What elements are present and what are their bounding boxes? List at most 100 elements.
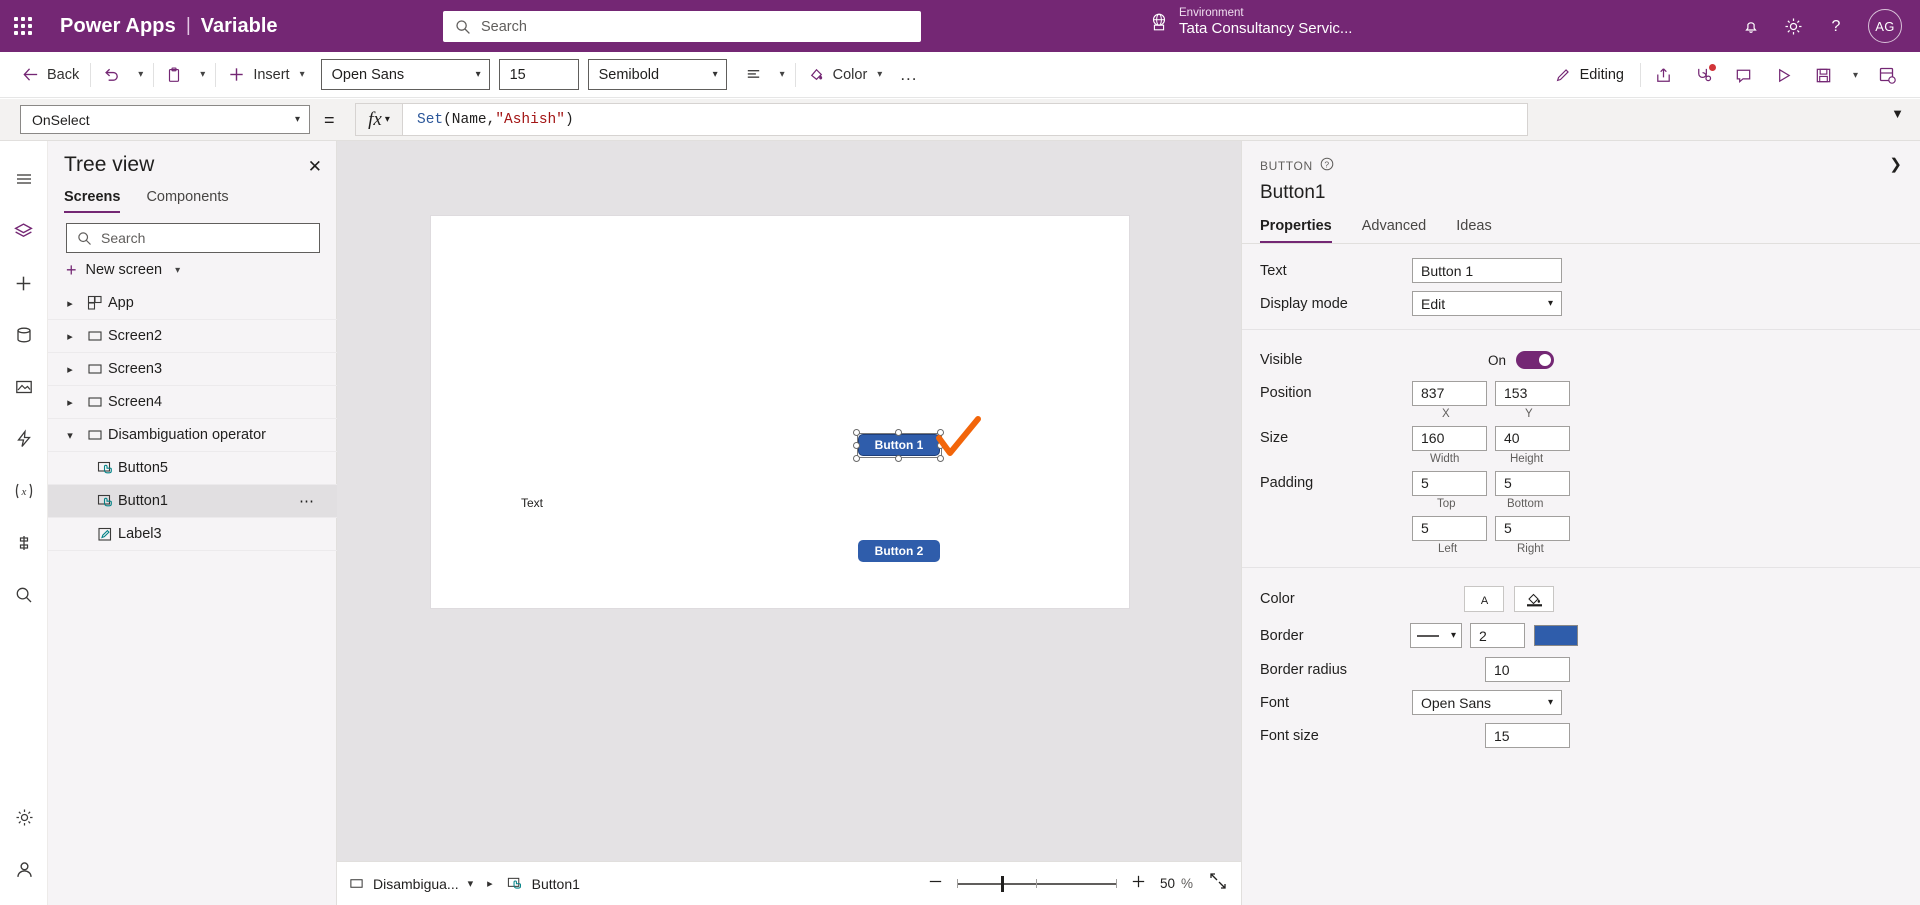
canvas-button2[interactable]: Button 2: [858, 540, 940, 562]
resize-handle-w[interactable]: [853, 442, 860, 449]
breadcrumb-control[interactable]: Button1: [495, 876, 592, 892]
formula-input[interactable]: Set (Name, "Ashish"): [403, 103, 1528, 136]
tree-item-disambiguation-operator[interactable]: ▾ Disambiguation operator: [48, 419, 337, 452]
global-search-input[interactable]: Search: [443, 11, 921, 42]
tree-item-screen2[interactable]: ▸ Screen2: [48, 320, 337, 353]
padding-top-input[interactable]: 5: [1412, 470, 1487, 496]
border-radius-input[interactable]: 10: [1485, 657, 1570, 682]
fit-to-screen-button[interactable]: [1209, 872, 1227, 895]
tree-view-close-icon[interactable]: ✕: [308, 157, 322, 177]
chevron-down-icon[interactable]: ▾: [58, 429, 82, 442]
tree-item-more-ellipsis-icon[interactable]: ⋯: [299, 492, 315, 510]
font-size-input[interactable]: 15: [498, 59, 579, 90]
tab-advanced[interactable]: Advanced: [1362, 218, 1427, 243]
app-launcher-icon[interactable]: [0, 17, 46, 35]
tree-item-screen4[interactable]: ▸ Screen4: [48, 386, 337, 419]
zoom-slider-thumb[interactable]: [1000, 875, 1004, 892]
comments-button[interactable]: [1725, 52, 1763, 98]
app-screen-stage[interactable]: Text Button 1 Button 2: [431, 216, 1129, 608]
chevron-right-icon[interactable]: ▸: [58, 396, 82, 409]
editing-mode-button[interactable]: Editing: [1548, 66, 1636, 84]
tab-screens[interactable]: Screens: [64, 189, 121, 213]
font-weight-select[interactable]: Semibold ▾: [587, 59, 727, 90]
help-question-icon[interactable]: ?: [1826, 16, 1846, 36]
border-style-select[interactable]: ▾: [1410, 623, 1462, 648]
padding-bottom-input[interactable]: 5: [1495, 470, 1570, 496]
save-button[interactable]: [1805, 52, 1843, 98]
resize-handle-nw[interactable]: [853, 429, 860, 436]
notifications-bell-icon[interactable]: [1741, 16, 1761, 36]
text-property-input[interactable]: Button 1: [1412, 258, 1562, 283]
resize-handle-s[interactable]: [895, 455, 902, 462]
tab-properties[interactable]: Properties: [1260, 218, 1332, 243]
position-y-input[interactable]: 153: [1495, 380, 1570, 406]
property-selector[interactable]: OnSelect ▾: [20, 105, 310, 134]
brand-area[interactable]: Power Apps | Variable: [60, 15, 278, 38]
rail-settings-gear-icon[interactable]: [0, 791, 48, 843]
fill-color-button[interactable]: [1514, 586, 1554, 612]
resize-handle-sw[interactable]: [853, 455, 860, 462]
padding-right-input[interactable]: 5: [1495, 515, 1570, 541]
zoom-out-button[interactable]: [927, 873, 944, 895]
environment-selector[interactable]: Environment Tata Consultancy Servic...: [1148, 7, 1352, 37]
breadcrumb-screen[interactable]: Disambigua... ▾: [337, 876, 485, 892]
fx-button[interactable]: fx ▾: [355, 103, 403, 136]
panel-collapse-chevron-right-icon[interactable]: ❯: [1889, 155, 1902, 173]
back-button[interactable]: Back: [12, 52, 88, 98]
undo-button[interactable]: [93, 52, 130, 98]
chevron-right-icon[interactable]: ▸: [58, 297, 82, 310]
font-size-input[interactable]: 15: [1485, 723, 1570, 748]
chevron-right-icon[interactable]: ▸: [58, 330, 82, 343]
size-height-input[interactable]: 40: [1495, 425, 1570, 451]
rail-data-icon[interactable]: [0, 309, 48, 361]
new-screen-button[interactable]: + New screen ▾: [66, 261, 180, 279]
share-button[interactable]: [1645, 52, 1683, 98]
visible-toggle[interactable]: [1516, 351, 1554, 369]
rail-search-icon[interactable]: [0, 569, 48, 621]
border-color-swatch[interactable]: [1534, 625, 1578, 646]
paste-dropdown-chevron-down-icon[interactable]: ▾: [192, 52, 213, 98]
rail-account-icon[interactable]: [0, 843, 48, 895]
position-x-input[interactable]: 837: [1412, 380, 1487, 406]
size-width-input[interactable]: 160: [1412, 425, 1487, 451]
tree-search-input[interactable]: Search: [66, 223, 320, 253]
zoom-in-button[interactable]: [1130, 873, 1147, 895]
rail-insert-icon[interactable]: [0, 257, 48, 309]
font-select[interactable]: Open Sans ▾: [1412, 690, 1562, 715]
color-button[interactable]: Color ▾: [798, 52, 892, 98]
user-avatar[interactable]: AG: [1868, 9, 1902, 43]
rail-menu-hamburger-icon[interactable]: [0, 153, 48, 205]
paste-button[interactable]: [156, 52, 192, 98]
tree-item-button1[interactable]: Button1 ⋯: [48, 485, 337, 518]
app-checker-button[interactable]: [1685, 52, 1723, 98]
insert-button[interactable]: Insert ▾: [218, 52, 313, 98]
resize-handle-n[interactable]: [895, 429, 902, 436]
rail-tree-view-icon[interactable]: [0, 205, 48, 257]
rail-tools-icon[interactable]: [0, 517, 48, 569]
font-color-button[interactable]: A: [1464, 586, 1504, 612]
display-mode-select[interactable]: Edit ▾: [1412, 291, 1562, 316]
rail-variables-icon[interactable]: x: [0, 465, 48, 517]
undo-dropdown-chevron-down-icon[interactable]: ▾: [130, 52, 151, 98]
padding-left-input[interactable]: 5: [1412, 515, 1487, 541]
canvas-label3[interactable]: Text: [521, 496, 543, 510]
help-info-icon[interactable]: ?: [1320, 157, 1334, 174]
more-commands-button[interactable]: ...: [891, 52, 926, 98]
tree-item-button5[interactable]: Button5: [48, 452, 337, 485]
border-width-input[interactable]: 2: [1470, 623, 1525, 648]
formula-expand-chevron-down-icon[interactable]: ▼: [1891, 106, 1904, 121]
settings-gear-icon[interactable]: [1783, 16, 1804, 37]
chevron-right-icon[interactable]: ▸: [58, 363, 82, 376]
publish-button[interactable]: [1868, 52, 1906, 98]
align-dropdown-chevron-down-icon[interactable]: ▾: [772, 52, 793, 98]
align-button[interactable]: [735, 52, 772, 98]
tree-item-screen3[interactable]: ▸ Screen3: [48, 353, 337, 386]
tree-item-label3[interactable]: Label3: [48, 518, 337, 551]
tab-ideas[interactable]: Ideas: [1456, 218, 1491, 243]
preview-play-button[interactable]: [1765, 52, 1803, 98]
rail-media-icon[interactable]: [0, 361, 48, 413]
save-dropdown-chevron-down-icon[interactable]: ▾: [1845, 52, 1866, 98]
chevron-down-icon[interactable]: ▾: [468, 877, 474, 890]
zoom-slider[interactable]: [956, 875, 1117, 892]
font-family-select[interactable]: Open Sans ▾: [320, 59, 490, 90]
